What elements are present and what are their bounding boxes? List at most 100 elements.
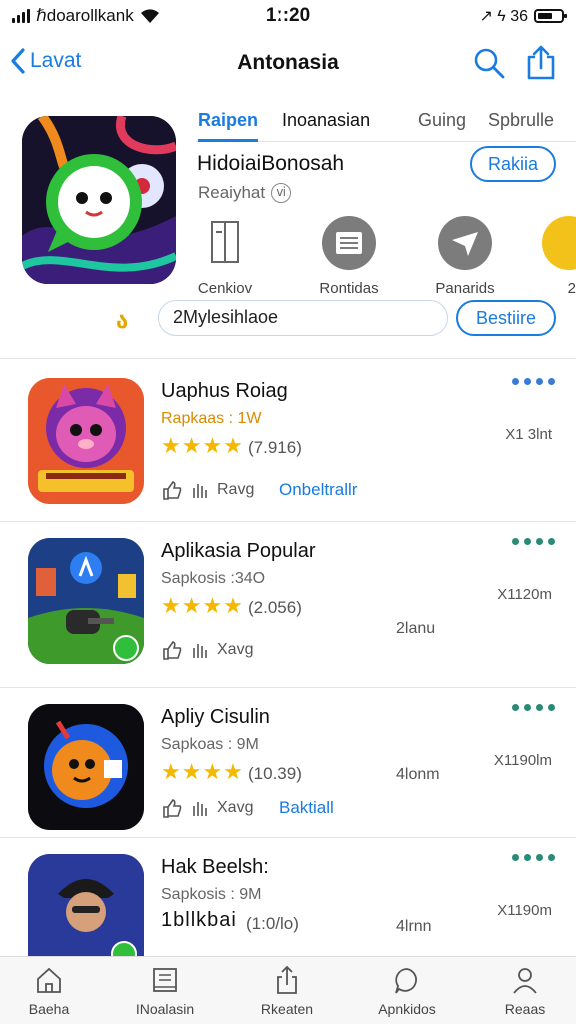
status-indicators: ↗ ϟ 36: [479, 8, 528, 25]
featured-actions: Cenkiov Rontidas Panarids 2: [190, 216, 576, 297]
featured-subtitle-text: Reaiyhat: [198, 183, 266, 202]
search-icon[interactable]: [472, 46, 506, 80]
list-item[interactable]: Aplikasia Popular Sapkosis :34O ★★★★ (2.…: [0, 520, 576, 680]
meta-label: Xavg: [217, 799, 254, 816]
share-icon[interactable]: [524, 44, 558, 80]
app-extra: 4lrnn: [396, 918, 432, 935]
tab-label: Rkeaten: [260, 1001, 314, 1017]
tab-label: INoalasin: [135, 1001, 195, 1017]
status-bar: ℏdoarollkank 1ː:20 ↗ ϟ 36: [0, 0, 576, 32]
orange-mascot-icon: [28, 704, 144, 830]
rating-stars: ★★★★: [161, 593, 244, 618]
battery-icon: [534, 9, 567, 23]
list-item[interactable]: Hak Beelsh: Sapkosis : 9M 1bllkbai (1:0/…: [0, 836, 576, 956]
action-label: Rontidas: [319, 280, 379, 297]
app-icon: [28, 704, 144, 830]
meta-label: Ravg: [217, 481, 255, 498]
tab-guing[interactable]: Guing: [418, 110, 466, 139]
app-icon: [28, 538, 144, 664]
bottom-tab-bar: Baeha INoalasin Rkeaten Apnkidos Reaas: [0, 956, 576, 1024]
thumbs-up-icon[interactable]: [161, 640, 183, 660]
thumbs-up-icon[interactable]: [161, 798, 183, 818]
book-icon: [153, 968, 177, 992]
tab-rkeaten[interactable]: Rkeaten: [232, 965, 342, 1017]
tab-baeha[interactable]: Baeha: [0, 965, 104, 1017]
app-link[interactable]: Onbeltrallr: [279, 480, 357, 500]
meta-label: Xavg: [217, 641, 254, 658]
rating-count: (10.39): [248, 764, 302, 783]
app-name: Uaphus Roiag: [161, 380, 288, 402]
portrait-icon: [28, 854, 144, 956]
mailbox-game-icon: [28, 538, 144, 664]
app-tagline: 1bllkbai: [161, 909, 237, 931]
rating-count: (7.916): [248, 438, 302, 457]
list-item[interactable]: Apliy Cisulin Sapkoas : 9M ★★★★ (10.39) …: [0, 686, 576, 846]
promo-badge-icon: ა: [116, 308, 129, 333]
app-name: Hak Beelsh:: [161, 856, 269, 878]
app-size: X1120m: [497, 586, 552, 603]
status-right: ↗ ϟ 36: [479, 6, 567, 26]
chat-bubble-icon: [395, 968, 417, 994]
app-icon: [28, 854, 144, 956]
more-options-icon[interactable]: [512, 854, 555, 861]
hand-icon[interactable]: [189, 798, 211, 818]
app-link[interactable]: Baktiall: [279, 798, 334, 818]
app-size: X1190m: [497, 902, 552, 919]
more-options-icon[interactable]: [512, 704, 555, 711]
featured-app-icon[interactable]: [22, 116, 176, 284]
tab-raipen[interactable]: Raipen: [198, 110, 259, 142]
app-size: X1 3lnt: [505, 426, 552, 443]
category-tabs: Raipen Inoanasian Guing Spbrulle: [196, 106, 576, 142]
fox-mascot-icon: [28, 378, 144, 504]
action-panarids[interactable]: Panarids: [420, 216, 510, 297]
tab-inoanasian[interactable]: Inoanasian: [282, 110, 370, 139]
more-options-icon[interactable]: [512, 538, 555, 545]
tab-reaas[interactable]: Reaas: [470, 965, 576, 1017]
action-rontidas[interactable]: Rontidas: [304, 216, 394, 297]
tab-spbrulle[interactable]: Spbrulle: [488, 110, 554, 139]
app-name: Apliy Cisulin: [161, 706, 270, 728]
info-icon[interactable]: ⅵ: [271, 183, 292, 203]
app-subtitle: Rapkaas : 1W: [161, 410, 262, 427]
action-label: Panarids: [435, 280, 495, 297]
featured-app-name: HidoiaiBonosah: [197, 152, 345, 175]
tab-label: Apnkidos: [378, 1001, 436, 1017]
list-item[interactable]: Uaphus Roiag Rapkaas : 1W ★★★★ (7.916) R…: [0, 360, 576, 520]
chat-mascot-icon: [22, 116, 176, 284]
app-icon: [28, 378, 144, 504]
home-icon: [37, 967, 61, 993]
rating-stars: ★★★★: [161, 759, 244, 784]
rating-stars: ★★★★: [161, 433, 244, 458]
promo-field[interactable]: 2Mylesihlaoe: [158, 300, 448, 336]
app-meta: Xavg: [161, 798, 253, 818]
hand-icon[interactable]: [189, 640, 211, 660]
app-extra: 4lonm: [396, 766, 440, 783]
rank-button[interactable]: Rakiia: [470, 146, 556, 182]
bestire-button[interactable]: Bestiire: [456, 300, 556, 336]
more-options-icon[interactable]: [512, 378, 555, 385]
navigation-bar: Lavat Antonasia: [0, 36, 576, 92]
tab-inoalasin[interactable]: INoalasin: [110, 965, 220, 1017]
thumbs-up-icon[interactable]: [161, 480, 183, 500]
app-subtitle: Sapkoas : 9M: [161, 736, 259, 753]
person-icon: [513, 968, 537, 994]
tab-label: Baeha: [28, 1001, 70, 1017]
featured-app-subtitle: Reaiyhat ⅵ: [198, 183, 292, 203]
app-size: X1190lm: [493, 752, 552, 769]
action-label: Cenkiov: [197, 280, 253, 297]
action-more[interactable]: 2: [508, 216, 576, 297]
plane-icon: [438, 216, 492, 270]
action-cenkiov[interactable]: Cenkiov: [180, 216, 270, 297]
app-subtitle: Sapkosis : 9M: [161, 886, 262, 903]
app-name: Aplikasia Popular: [161, 540, 316, 562]
list-icon: [322, 216, 376, 270]
app-subtitle: Sapkosis :34O: [161, 570, 266, 587]
hand-icon[interactable]: [189, 480, 211, 500]
action-label: 2: [567, 280, 576, 297]
yellow-circle-icon: [542, 216, 576, 270]
tab-apnkidos[interactable]: Apnkidos: [352, 965, 462, 1017]
divider: [0, 358, 576, 359]
panel-icon: [211, 221, 239, 263]
app-meta: Ravg: [161, 480, 254, 500]
upload-icon: [277, 965, 297, 994]
